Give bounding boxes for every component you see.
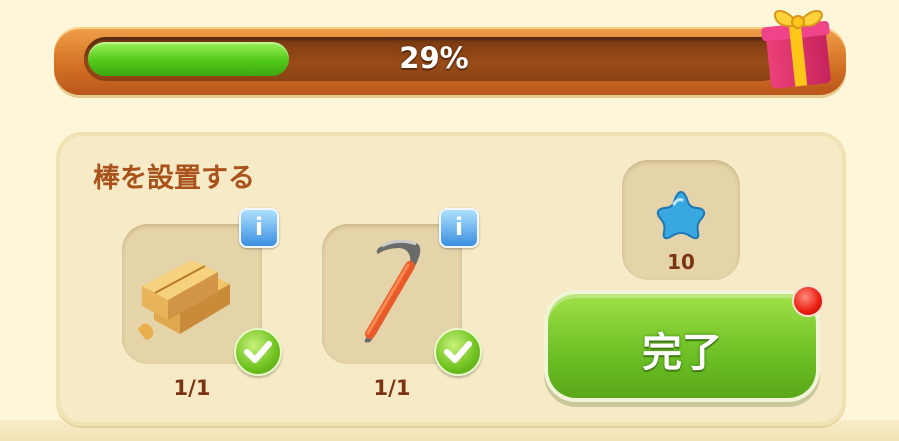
task-title: 棒を設置する [93,163,255,194]
reward-amount: 10 [667,250,695,274]
progress-bar: 29% [54,27,846,95]
complete-button[interactable]: 完了 [548,294,816,398]
crowbar-icon [364,239,421,343]
info-button-crowbar[interactable]: i [439,208,479,248]
notification-dot-icon [792,285,824,317]
checkmark-icon [234,328,282,376]
item-count-wood: 1/1 [173,376,211,400]
complete-button-label: 完了 [642,330,722,376]
blue-star-icon [656,190,706,240]
checkmark-icon [434,328,482,376]
progress-track: 29% [84,37,784,81]
gift-box-icon[interactable] [760,0,836,92]
wood-planks-icon [138,260,230,340]
item-count-crowbar: 1/1 [373,376,411,400]
progress-percent-label: 29% [399,41,469,75]
info-button-wood[interactable]: i [239,208,279,248]
